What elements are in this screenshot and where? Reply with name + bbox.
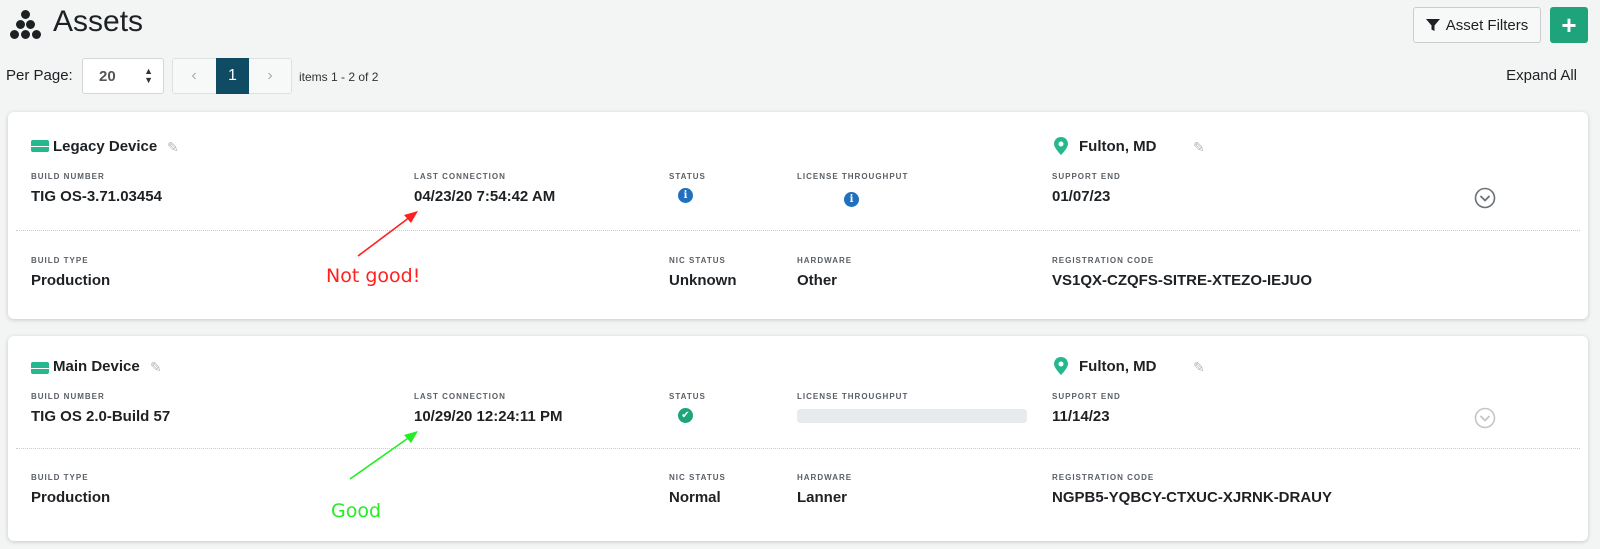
check-circle-icon[interactable]: ✔ — [678, 408, 693, 423]
page-header: Assets Asset Filters + — [0, 0, 1600, 50]
nic-status-value: Normal — [669, 489, 721, 506]
card-divider — [16, 230, 1580, 231]
page-title: Assets — [53, 5, 144, 38]
asset-card-legacy-device: Legacy Device ✎ Fulton, MD ✎ BUILD NUMBE… — [8, 112, 1588, 319]
build-type-value: Production — [31, 489, 111, 506]
nic-status-value: Unknown — [669, 272, 737, 289]
build-number-value: TIG OS 2.0-Build 57 — [31, 408, 171, 425]
nic-status-label: NIC STATUS — [669, 473, 726, 482]
prev-page-button[interactable]: ‹ — [173, 59, 215, 93]
annotation-not-good: Not good! — [326, 265, 421, 287]
per-page-select[interactable]: 20 ▲ ▼ — [82, 58, 164, 94]
expand-chevron-icon[interactable] — [1474, 187, 1496, 209]
device-icon — [31, 362, 49, 374]
registration-code-label: REGISTRATION CODE — [1052, 256, 1155, 265]
list-toolbar: Per Page: 20 ▲ ▼ ‹ 1 › items 1 - 2 of 2 E… — [0, 58, 1600, 96]
device-location: Fulton, MD — [1079, 358, 1157, 375]
device-name: Legacy Device — [53, 138, 158, 155]
add-asset-button[interactable]: + — [1550, 7, 1588, 43]
per-page-value: 20 — [99, 68, 116, 85]
location-pin-icon — [1054, 137, 1068, 155]
hardware-label: HARDWARE — [797, 473, 853, 482]
location-pin-icon — [1054, 357, 1068, 375]
registration-code-label: REGISTRATION CODE — [1052, 473, 1155, 482]
license-info-icon[interactable]: i — [844, 192, 859, 207]
hardware-value: Other — [797, 272, 838, 289]
support-end-label: SUPPORT END — [1052, 172, 1121, 181]
device-location: Fulton, MD — [1079, 138, 1157, 155]
hardware-value: Lanner — [797, 489, 848, 506]
asset-card-main-device: Main Device ✎ Fulton, MD ✎ BUILD NUMBER … — [8, 336, 1588, 541]
registration-code-value: NGPB5-YQBCY-CTXUC-XJRNK-DRAUY — [1052, 489, 1333, 506]
build-number-label: BUILD NUMBER — [31, 392, 105, 401]
license-throughput-label: LICENSE THROUGHPUT — [797, 392, 909, 401]
expand-chevron-icon[interactable] — [1474, 407, 1496, 429]
build-number-value: TIG OS-3.71.03454 — [31, 188, 162, 205]
select-arrows-icon: ▲ ▼ — [144, 66, 153, 85]
current-page-button[interactable]: 1 — [216, 58, 249, 94]
license-throughput-label: LICENSE THROUGHPUT — [797, 172, 909, 181]
annotation-good: Good — [331, 500, 382, 522]
status-label: STATUS — [669, 392, 706, 401]
asset-filters-button[interactable]: Asset Filters — [1413, 7, 1541, 43]
device-name: Main Device — [53, 358, 140, 375]
last-connection-value: 10/29/20 12:24:11 PM — [414, 408, 563, 425]
edit-name-pencil-icon[interactable]: ✎ — [167, 139, 179, 156]
pagination: ‹ 1 › — [172, 58, 292, 94]
support-end-value: 11/14/23 — [1052, 408, 1110, 425]
status-info-icon[interactable]: i — [678, 188, 693, 203]
filter-icon — [1425, 19, 1440, 31]
edit-name-pencil-icon[interactable]: ✎ — [150, 359, 162, 376]
edit-location-pencil-icon[interactable]: ✎ — [1193, 359, 1205, 376]
build-type-label: BUILD TYPE — [31, 256, 89, 265]
device-icon — [31, 140, 49, 152]
expand-all-link[interactable]: Expand All — [1506, 67, 1577, 84]
card-divider — [16, 448, 1580, 449]
support-end-label: SUPPORT END — [1052, 392, 1121, 401]
last-connection-value: 04/23/20 7:54:42 AM — [414, 188, 556, 205]
build-type-label: BUILD TYPE — [31, 473, 89, 482]
next-page-button[interactable]: › — [249, 59, 291, 93]
hardware-label: HARDWARE — [797, 256, 853, 265]
items-count-info: items 1 - 2 of 2 — [299, 70, 379, 84]
edit-location-pencil-icon[interactable]: ✎ — [1193, 139, 1205, 156]
per-page-label: Per Page: — [6, 67, 73, 84]
registration-code-value: VS1QX-CZQFS-SITRE-XTEZO-IEJUO — [1052, 272, 1313, 289]
asset-filters-label: Asset Filters — [1445, 16, 1529, 34]
support-end-value: 01/07/23 — [1052, 188, 1111, 205]
license-throughput-bar — [797, 409, 1027, 423]
status-label: STATUS — [669, 172, 706, 181]
last-connection-label: LAST CONNECTION — [414, 172, 506, 181]
nic-status-label: NIC STATUS — [669, 256, 726, 265]
build-type-value: Production — [31, 272, 111, 289]
dots-cluster-icon — [8, 8, 44, 40]
last-connection-label: LAST CONNECTION — [414, 392, 506, 401]
build-number-label: BUILD NUMBER — [31, 172, 105, 181]
